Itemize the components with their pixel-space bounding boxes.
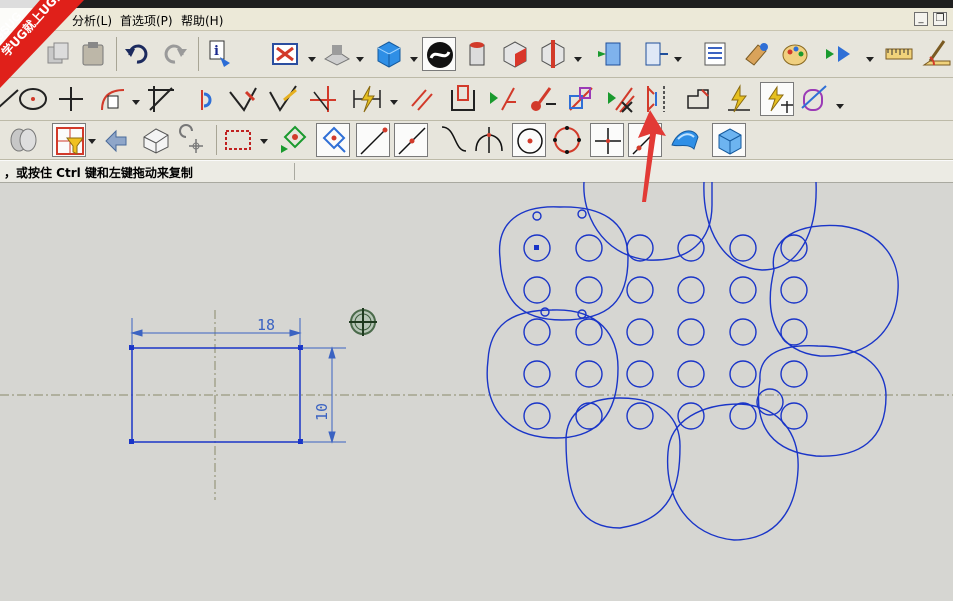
snap-point-icon[interactable]: [278, 123, 312, 157]
point-on-curve-icon[interactable]: [316, 123, 350, 157]
pattern-outline: [486, 309, 619, 439]
annotation-arrow-icon: [638, 110, 666, 202]
separator: [216, 125, 217, 155]
trim-tool-icon[interactable]: [144, 82, 178, 116]
separator: [198, 37, 199, 71]
measure-distance-icon[interactable]: [882, 37, 916, 71]
pattern-outline: [769, 224, 899, 357]
convert-reference-icon[interactable]: [798, 82, 832, 116]
graphics-window[interactable]: 18 10: [0, 182, 953, 601]
pattern-outline: [757, 345, 887, 457]
pattern-outline: [498, 206, 629, 321]
dropdown-arrow-icon[interactable]: [674, 55, 682, 63]
bounded-grid-icon[interactable]: [712, 123, 746, 157]
constraint-coincident-icon[interactable]: [486, 82, 520, 116]
intersection-icon[interactable]: [472, 123, 506, 157]
pattern-reference-point[interactable]: [534, 245, 539, 250]
arc-center-icon[interactable]: [512, 123, 546, 157]
site-watermark-logo: 9SUG 学UG就上UG网: [0, 0, 84, 88]
origin-cursor-icon: [349, 308, 377, 336]
edit-section-icon[interactable]: [536, 37, 570, 71]
sketch-view-icon[interactable]: [422, 37, 456, 71]
move-face-icon[interactable]: [594, 37, 628, 71]
selection-filter-icon[interactable]: [52, 123, 86, 157]
control-point-icon[interactable]: [436, 123, 470, 157]
quick-extend-icon[interactable]: [266, 82, 300, 116]
dropdown-arrow-icon[interactable]: [836, 102, 844, 110]
color-palette-icon[interactable]: [778, 37, 812, 71]
menu-preferences[interactable]: 首选项(P): [120, 12, 173, 29]
end-point-icon[interactable]: [356, 123, 390, 157]
width-dimension-value[interactable]: 18: [257, 316, 275, 334]
dropdown-arrow-icon[interactable]: [866, 55, 874, 63]
cue-line: ，或按住 Ctrl 键和左键拖动来复制: [0, 160, 953, 183]
dropdown-arrow-icon[interactable]: [356, 55, 364, 63]
dropdown-arrow-icon[interactable]: [88, 137, 96, 145]
menu-help[interactable]: 帮助(H): [181, 12, 223, 29]
create-inferred-constraints-icon[interactable]: [722, 82, 756, 116]
dropdown-arrow-icon[interactable]: [410, 55, 418, 63]
mid-point-icon[interactable]: [394, 123, 428, 157]
status-divider: [294, 163, 295, 180]
title-strip: [0, 0, 953, 8]
feature-pattern[interactable]: [486, 182, 899, 541]
rectangle-select-icon[interactable]: [222, 123, 256, 157]
show-constraints-icon[interactable]: [526, 82, 560, 116]
parallel-constraint-icon[interactable]: [406, 82, 440, 116]
quadrant-point-icon[interactable]: [550, 123, 584, 157]
restore-button[interactable]: ❐: [933, 12, 947, 26]
menu-bar: 分析(L) 首选项(P) 帮助(H) _ ❐: [0, 8, 953, 31]
redo-icon[interactable]: [158, 37, 192, 71]
standard-toolbar: i: [0, 31, 953, 78]
infer-constraints-icon[interactable]: [684, 82, 718, 116]
dropdown-arrow-icon[interactable]: [574, 55, 582, 63]
offset-curve-icon[interactable]: [184, 82, 218, 116]
continuous-auto-dimension-icon[interactable]: [760, 82, 794, 116]
fit-view-icon[interactable]: [268, 37, 302, 71]
select-features-icon[interactable]: [6, 123, 40, 157]
dropdown-arrow-icon[interactable]: [132, 98, 140, 106]
deselect-arrow-icon[interactable]: [98, 123, 132, 157]
sketch-constraints-toolbar: [0, 78, 953, 121]
rectangle-vertex[interactable]: [129, 439, 134, 444]
orient-view-icon[interactable]: [320, 37, 354, 71]
part-navigator-icon[interactable]: [698, 37, 732, 71]
hidden-wireframe-icon[interactable]: [460, 37, 494, 71]
information-icon[interactable]: i: [204, 37, 238, 71]
auto-constraint-icon[interactable]: [350, 82, 384, 116]
select-point-icon[interactable]: [176, 123, 210, 157]
handle-tool-icon[interactable]: [740, 37, 774, 71]
existing-point-icon[interactable]: [590, 123, 624, 157]
pattern-outline: [703, 182, 817, 271]
point-on-face-icon[interactable]: [668, 123, 702, 157]
dropdown-arrow-icon[interactable]: [260, 137, 268, 145]
quick-trim-icon[interactable]: [226, 82, 260, 116]
fixed-constraint-icon[interactable]: [446, 82, 480, 116]
shaded-view-icon[interactable]: [372, 37, 406, 71]
dropdown-arrow-icon[interactable]: [308, 55, 316, 63]
hole-grid: [523, 234, 808, 430]
animate-dimension-icon[interactable]: [564, 82, 598, 116]
minimize-button[interactable]: _: [914, 12, 928, 26]
selection-toolbar: [0, 121, 953, 160]
separator: [116, 37, 117, 71]
section-view-icon[interactable]: [498, 37, 532, 71]
measure-angle-icon[interactable]: [920, 37, 953, 71]
offset-face-icon[interactable]: [636, 37, 670, 71]
replace-view-icon[interactable]: [822, 37, 856, 71]
height-dimension-value[interactable]: 10: [313, 403, 331, 421]
status-hint: ，或按住 Ctrl 键和左键拖动来复制: [4, 166, 193, 180]
select-body-icon[interactable]: [138, 123, 172, 157]
svg-text:i: i: [214, 44, 219, 59]
make-corner-icon[interactable]: [306, 82, 340, 116]
pattern-outline: [565, 397, 681, 529]
fillet-tool-icon[interactable]: [96, 82, 130, 116]
undo-icon[interactable]: [120, 37, 154, 71]
dropdown-arrow-icon[interactable]: [390, 98, 398, 106]
